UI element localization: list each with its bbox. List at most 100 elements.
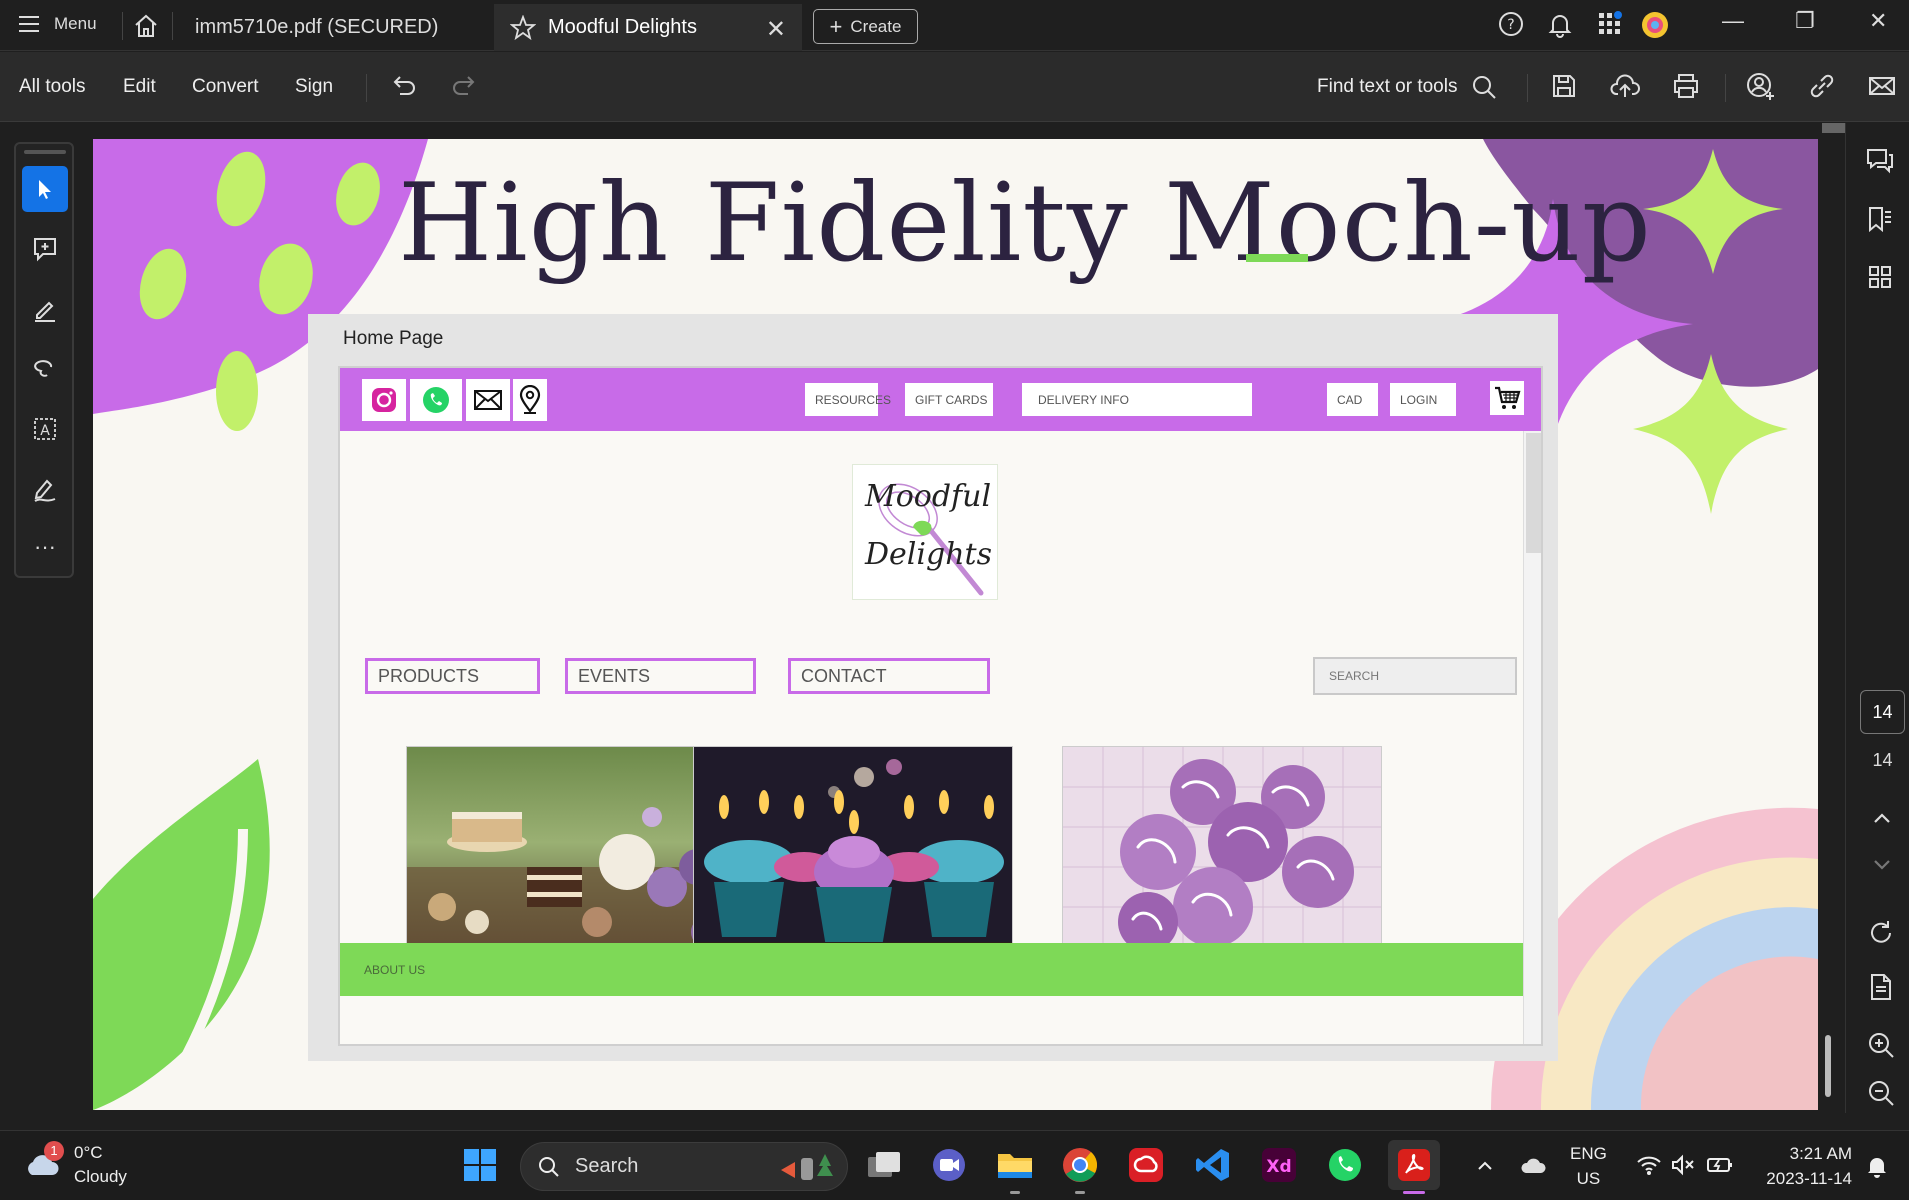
email-button[interactable] (466, 379, 510, 421)
divider (122, 12, 123, 40)
teams-button[interactable] (928, 1144, 970, 1186)
file-explorer-button[interactable] (994, 1144, 1036, 1194)
search-highlight-icon (781, 1153, 833, 1180)
folder-icon (998, 1154, 1032, 1178)
restore-icon[interactable]: ❐ (1795, 8, 1815, 34)
drag-handle[interactable] (24, 150, 66, 154)
whatsapp-button[interactable] (410, 379, 462, 421)
site-scrollbar[interactable] (1523, 431, 1541, 1044)
tab-imm5710e[interactable]: imm5710e.pdf (SECURED) (175, 4, 490, 51)
sign-tool-button[interactable] (22, 466, 68, 512)
create-button[interactable]: + Create (813, 9, 918, 44)
cloud-upload-icon[interactable] (1609, 70, 1641, 102)
chevron-up-icon[interactable] (1474, 1155, 1496, 1177)
apps-grid-icon[interactable] (1596, 10, 1624, 38)
notification-bell-icon[interactable] (1864, 1153, 1890, 1179)
minimize-icon[interactable]: — (1722, 8, 1744, 34)
bell-icon[interactable] (1546, 10, 1574, 38)
redo-icon[interactable] (448, 70, 480, 102)
whatsapp-taskbar-button[interactable] (1324, 1144, 1366, 1186)
adobe-xd-button[interactable]: Xd (1258, 1144, 1300, 1186)
chevron-down-icon[interactable] (1867, 850, 1897, 880)
acrobat-taskbar-button[interactable] (1388, 1140, 1440, 1194)
convert-button[interactable]: Convert (192, 76, 259, 98)
site-search-input[interactable]: SEARCH (1313, 657, 1517, 695)
save-icon[interactable] (1548, 70, 1580, 102)
task-view-button[interactable] (863, 1144, 905, 1186)
onedrive-icon[interactable] (1520, 1153, 1548, 1177)
search-icon (539, 1156, 559, 1177)
tab-moodful-delights[interactable]: Moodful Delights ✕ (494, 4, 802, 51)
star-icon[interactable] (510, 14, 536, 41)
link-icon[interactable] (1806, 70, 1838, 102)
delivery-info-link[interactable]: DELIVERY INFO (1022, 383, 1252, 416)
wifi-icon[interactable] (1636, 1153, 1662, 1177)
share-user-icon[interactable] (1744, 70, 1776, 102)
speaker-muted-icon[interactable] (1670, 1153, 1696, 1177)
edit-button[interactable]: Edit (123, 76, 156, 98)
creative-cloud-button[interactable] (1125, 1144, 1167, 1186)
highlight-button[interactable] (22, 286, 68, 332)
find-label: Find text or tools (1317, 76, 1458, 97)
all-tools-button[interactable]: All tools (19, 76, 86, 98)
page-title: High Fidelity Moch-up (398, 161, 1652, 286)
thumbnails-panel-icon[interactable] (1865, 262, 1895, 292)
window-close-icon[interactable]: ✕ (1869, 8, 1887, 34)
instagram-button[interactable] (362, 379, 406, 421)
login-button[interactable]: LOGIN (1390, 383, 1456, 416)
resources-link[interactable]: RESOURCES (805, 383, 891, 416)
events-button[interactable]: EVENTS (565, 658, 756, 694)
ellipsis-icon: ··· (34, 534, 56, 559)
tab-label: imm5710e.pdf (SECURED) (195, 16, 439, 38)
taskbar-search[interactable]: Search (520, 1142, 848, 1191)
help-icon[interactable]: ? (1497, 10, 1525, 38)
clock[interactable]: 3:21 AM 2023-11-14 (1752, 1141, 1852, 1191)
location-button[interactable] (513, 379, 547, 421)
page-number-input[interactable]: 14 (1860, 690, 1905, 734)
chevron-up-icon[interactable] (1867, 803, 1897, 833)
about-us-link[interactable]: ABOUT US (364, 963, 425, 977)
start-button[interactable] (459, 1144, 501, 1186)
moodful-delights-logo: Moodful Delights (852, 464, 998, 600)
cart-button[interactable] (1490, 381, 1524, 415)
contact-button[interactable]: CONTACT (788, 658, 990, 694)
scroll-thumb[interactable] (1825, 1035, 1831, 1097)
find-tools[interactable]: Find text or tools (1317, 74, 1497, 100)
draw-button[interactable] (22, 346, 68, 392)
refresh-icon[interactable] (1866, 918, 1896, 948)
products-button[interactable]: PRODUCTS (365, 658, 540, 694)
text-box-button[interactable]: A (22, 406, 68, 452)
print-icon[interactable] (1670, 70, 1702, 102)
lasso-icon (34, 360, 53, 377)
zoom-out-icon[interactable] (1866, 1078, 1896, 1108)
weather-icon-wrap: 1 (22, 1141, 64, 1185)
gift-cards-link[interactable]: GIFT CARDS (905, 383, 993, 416)
document-scrollbar[interactable] (1822, 123, 1848, 1108)
undo-icon[interactable] (388, 70, 420, 102)
currency-button[interactable]: CAD (1327, 383, 1378, 416)
select-tool-button[interactable] (22, 166, 68, 212)
weather-widget[interactable]: 1 0°C Cloudy (22, 1141, 127, 1189)
language-indicator[interactable]: ENG US (1570, 1141, 1607, 1191)
more-tools-button[interactable]: ··· (22, 524, 68, 570)
cake-pops-photo (1062, 746, 1382, 958)
menu-label: Menu (54, 14, 97, 33)
title-underline (1246, 254, 1308, 262)
close-tab-icon[interactable]: ✕ (766, 15, 786, 44)
document-scan-icon[interactable] (1866, 972, 1896, 1002)
dessert-table-image (407, 747, 725, 957)
sign-button[interactable]: Sign (295, 76, 333, 98)
chrome-button[interactable] (1059, 1144, 1101, 1194)
email-icon[interactable] (1866, 70, 1898, 102)
home-button[interactable] (132, 12, 160, 40)
site-scroll-thumb[interactable] (1526, 433, 1541, 553)
menu-button[interactable]: Menu (18, 14, 97, 34)
task-view-icon (868, 1152, 900, 1177)
bookmarks-panel-icon[interactable] (1865, 204, 1895, 234)
vscode-button[interactable] (1192, 1144, 1234, 1186)
avatar-icon[interactable] (1640, 10, 1670, 40)
add-comment-button[interactable] (22, 226, 68, 272)
battery-charging-icon[interactable] (1706, 1153, 1734, 1177)
zoom-in-icon[interactable] (1866, 1030, 1896, 1060)
comments-panel-icon[interactable] (1865, 146, 1895, 176)
